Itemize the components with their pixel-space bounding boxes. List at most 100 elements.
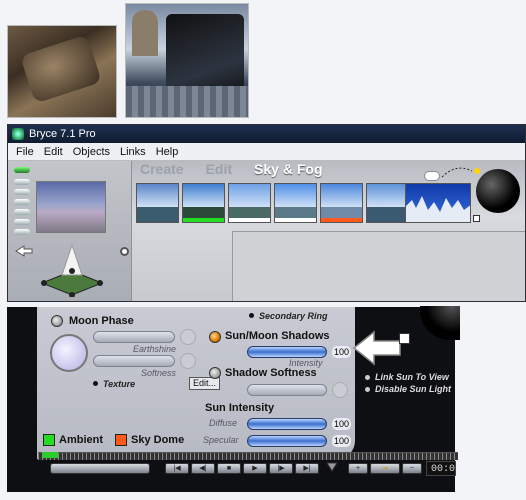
key-icon[interactable]: ⊸ <box>370 463 400 474</box>
rock-shape <box>19 34 103 104</box>
menu-file[interactable]: File <box>16 146 34 158</box>
animation-timeline[interactable] <box>38 452 458 460</box>
step-back-button[interactable]: ◀| <box>191 463 215 474</box>
title-bar: Bryce 7.1 Pro <box>8 125 525 143</box>
window-title: Bryce 7.1 Pro <box>29 128 96 140</box>
sky-preset-1[interactable] <box>136 183 179 223</box>
sky-preset-5[interactable] <box>320 183 363 223</box>
softness-slider[interactable] <box>93 355 175 367</box>
bryce-app-icon <box>12 128 24 140</box>
moon-phase-label: Moon Phase <box>69 315 134 327</box>
timeline-marker[interactable] <box>42 452 58 458</box>
sun-indicator-icon <box>474 168 480 174</box>
center-target-icon[interactable] <box>120 247 129 256</box>
back-arrow-icon[interactable] <box>14 245 34 257</box>
texture-label[interactable]: Texture <box>103 379 135 389</box>
softness-label: Softness <box>141 368 177 378</box>
remove-key-button[interactable]: − <box>402 463 422 474</box>
specular-value: 100 <box>332 435 352 447</box>
link-sun-bullet <box>365 375 370 380</box>
intensity-slider[interactable] <box>247 346 327 358</box>
preset-indicator-bar <box>183 218 224 222</box>
view-pill-3[interactable] <box>14 199 30 205</box>
sky-dome-label: Sky Dome <box>131 434 185 446</box>
shadow-softness-mini-icon <box>332 382 348 398</box>
shadow-softness-slider[interactable] <box>247 384 327 396</box>
earthshine-mini-icon <box>180 329 196 345</box>
camera-trackball-icon[interactable] <box>38 241 106 297</box>
disable-sun-bullet <box>365 387 370 392</box>
cloud-icon[interactable] <box>424 171 440 181</box>
time-display: 00:0 <box>426 461 456 476</box>
moon-phase-toggle[interactable] <box>51 315 63 327</box>
transport-controls: |◀ ◀| ■ ▶ |▶ ▶| <box>165 463 319 474</box>
intensity-value: 100 <box>332 346 352 358</box>
earthshine-slider[interactable] <box>93 331 175 343</box>
preset-indicator-bar <box>229 218 270 222</box>
link-sun-to-view[interactable]: Link Sun To View <box>375 372 449 382</box>
tab-create[interactable]: Create <box>140 161 184 177</box>
rewind-button[interactable]: |◀ <box>165 463 189 474</box>
sun-moon-controls: Moon Phase Secondary Ring Earthshine Sof… <box>37 307 355 459</box>
dropdown-triangle-icon[interactable] <box>326 462 338 472</box>
texture-bullet <box>93 381 98 386</box>
ambient-label: Ambient <box>59 434 103 446</box>
sky-preset-3[interactable] <box>228 183 271 223</box>
ambient-swatch[interactable] <box>43 434 55 446</box>
sky-preview[interactable] <box>405 183 471 223</box>
sky-dome-swatch[interactable] <box>115 434 127 446</box>
preset-indicator-bar <box>275 218 316 222</box>
shadow-softness-label: Shadow Softness <box>225 367 317 379</box>
render-thumbnail-1[interactable] <box>7 25 117 118</box>
preview-small-square[interactable] <box>473 215 480 222</box>
sun-intensity-label: Sun Intensity <box>205 402 275 414</box>
tab-sky-fog[interactable]: Sky & Fog <box>254 161 322 177</box>
sun-trackball[interactable] <box>476 169 520 213</box>
moon-preview-icon[interactable] <box>50 334 88 372</box>
preset-indicator-bar <box>321 218 362 222</box>
diffuse-value: 100 <box>332 418 352 430</box>
floor-shape <box>126 86 248 117</box>
step-forward-button[interactable]: |▶ <box>269 463 293 474</box>
play-button[interactable]: ▶ <box>243 463 267 474</box>
disable-sun-light[interactable]: Disable Sun Light <box>375 384 451 394</box>
view-pill-5[interactable] <box>14 219 30 225</box>
arch-shape <box>132 10 158 56</box>
specular-slider[interactable] <box>247 435 327 447</box>
sky-preset-2[interactable] <box>182 183 225 223</box>
tab-edit[interactable]: Edit <box>206 161 232 177</box>
menu-help[interactable]: Help <box>156 146 179 158</box>
render-thumbnail-2[interactable] <box>125 3 249 118</box>
specular-label: Specular <box>203 435 239 445</box>
keyframe-controls: + ⊸ − <box>348 463 422 474</box>
menu-links[interactable]: Links <box>120 146 146 158</box>
fast-forward-button[interactable]: ▶| <box>295 463 319 474</box>
view-pill-2[interactable] <box>14 189 30 195</box>
diffuse-slider[interactable] <box>247 418 327 430</box>
view-pill-6[interactable] <box>14 229 30 235</box>
secondary-ring-bullet <box>249 313 254 318</box>
softness-mini-icon <box>180 353 196 369</box>
secondary-ring-label[interactable]: Secondary Ring <box>259 311 328 321</box>
menu-objects[interactable]: Objects <box>73 146 110 158</box>
palette-tabs: Create Edit Sky & Fog <box>136 161 436 177</box>
stop-button[interactable]: ■ <box>217 463 241 474</box>
add-key-button[interactable]: + <box>348 463 368 474</box>
bryce-window: Bryce 7.1 Pro File Edit Objects Links He… <box>7 124 526 302</box>
white-square-icon[interactable] <box>399 333 410 344</box>
sun-path-icon <box>441 167 473 178</box>
sky-preset-4[interactable] <box>274 183 317 223</box>
nano-preview[interactable] <box>36 181 106 233</box>
view-pill-1[interactable] <box>14 179 30 185</box>
scene-canvas[interactable] <box>232 231 525 301</box>
control-sidebar <box>8 161 132 301</box>
timeline-scrubber[interactable] <box>50 463 150 474</box>
sun-moon-shadows-toggle[interactable] <box>209 331 221 343</box>
view-toggle-pill[interactable] <box>14 167 30 173</box>
workspace: Create Edit Sky & Fog <box>8 161 525 301</box>
annotation-arrow-icon <box>352 330 401 366</box>
view-pill-4[interactable] <box>14 209 30 215</box>
shadow-softness-toggle[interactable] <box>209 367 221 379</box>
menu-edit[interactable]: Edit <box>44 146 63 158</box>
sky-preset-6[interactable] <box>366 183 409 223</box>
